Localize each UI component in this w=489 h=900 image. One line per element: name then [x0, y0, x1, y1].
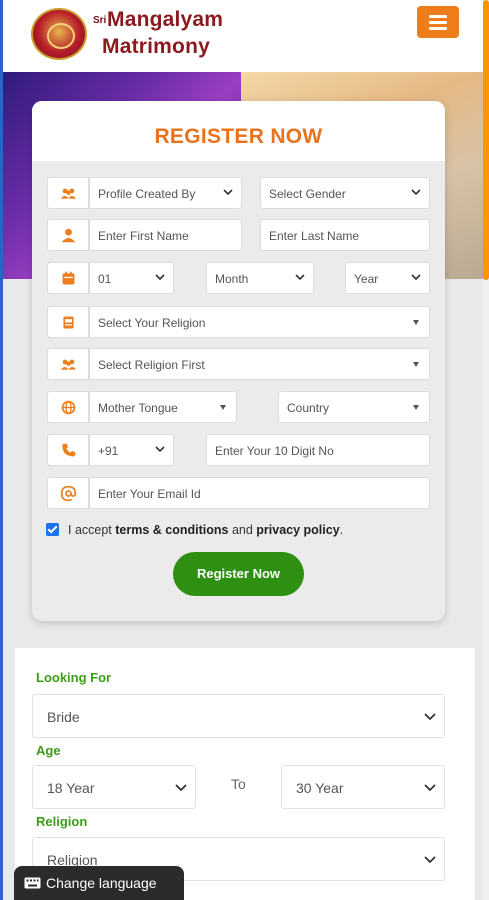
register-title: REGISTER NOW	[154, 125, 323, 148]
looking-for-label: Looking For	[36, 670, 112, 685]
community-icon	[47, 348, 89, 380]
register-form-card: REGISTER NOW Profile Created By Select G…	[32, 101, 445, 621]
email-input[interactable]: Enter Your Email Id	[89, 477, 430, 509]
logo-sri-text: Sri	[93, 15, 107, 26]
chevron-down-icon	[424, 784, 436, 792]
at-sign-icon	[47, 477, 89, 509]
scrollbar-thumb[interactable]	[483, 0, 489, 280]
chevron-down-icon	[155, 274, 165, 281]
terms-checkbox[interactable]	[46, 523, 59, 536]
chevron-down-icon	[155, 446, 165, 453]
religion-select[interactable]: Select Your Religion	[89, 306, 430, 338]
hamburger-menu-button[interactable]	[417, 6, 459, 38]
logo-emblem-icon[interactable]	[31, 8, 87, 60]
chevron-down-icon	[223, 189, 233, 196]
dropdown-arrow-icon	[413, 405, 419, 410]
dropdown-arrow-icon	[413, 320, 419, 325]
looking-for-select[interactable]: Bride	[32, 694, 445, 738]
user-icon	[47, 219, 89, 251]
chevron-down-icon	[424, 856, 436, 864]
hamburger-icon	[429, 15, 447, 18]
terms-link[interactable]: terms & conditions	[115, 523, 228, 537]
phone-icon	[47, 434, 89, 466]
phone-input[interactable]: Enter Your 10 Digit No	[206, 434, 430, 466]
chevron-down-icon	[295, 274, 305, 281]
profile-created-by-select[interactable]: Profile Created By	[89, 177, 242, 209]
register-now-button[interactable]: Register Now	[173, 552, 304, 596]
religion-icon	[47, 306, 89, 338]
last-name-input[interactable]: Enter Last Name	[260, 219, 430, 251]
chevron-down-icon	[424, 713, 436, 721]
mother-tongue-select[interactable]: Mother Tongue	[89, 391, 237, 423]
register-card-header: REGISTER NOW	[32, 101, 445, 161]
dropdown-arrow-icon	[413, 362, 419, 367]
dob-month-select[interactable]: Month	[206, 262, 314, 294]
globe-icon	[47, 391, 89, 423]
phone-code-select[interactable]: +91	[89, 434, 174, 466]
left-edge-line	[0, 0, 3, 900]
religion-label: Religion	[36, 814, 88, 829]
chevron-down-icon	[411, 189, 421, 196]
scrollbar[interactable]	[483, 0, 489, 900]
gender-select[interactable]: Select Gender	[260, 177, 430, 209]
country-select[interactable]: Country	[278, 391, 430, 423]
quick-search-panel: Looking For Bride Age 18 Year To 30 Year…	[15, 648, 475, 900]
change-language-button[interactable]: Change language	[14, 866, 184, 900]
age-to-select[interactable]: 30 Year	[281, 765, 445, 809]
first-name-input[interactable]: Enter First Name	[89, 219, 242, 251]
age-label: Age	[36, 743, 61, 758]
keyboard-icon	[24, 877, 41, 889]
age-to-label: To	[231, 776, 246, 792]
dob-day-select[interactable]: 01	[89, 262, 174, 294]
site-header: Sri Mangalyam Matrimony	[0, 0, 483, 72]
logo-brand-line1[interactable]: Mangalyam	[107, 8, 223, 32]
logo-brand-line2[interactable]: Matrimony	[102, 35, 210, 59]
chevron-down-icon	[175, 784, 187, 792]
dropdown-arrow-icon	[220, 405, 226, 410]
dob-year-select[interactable]: Year	[345, 262, 430, 294]
age-from-select[interactable]: 18 Year	[32, 765, 196, 809]
caste-select[interactable]: Select Religion First	[89, 348, 430, 380]
chevron-down-icon	[411, 274, 421, 281]
calendar-icon	[47, 262, 89, 294]
users-icon	[47, 177, 89, 209]
privacy-link[interactable]: privacy policy	[256, 523, 339, 537]
